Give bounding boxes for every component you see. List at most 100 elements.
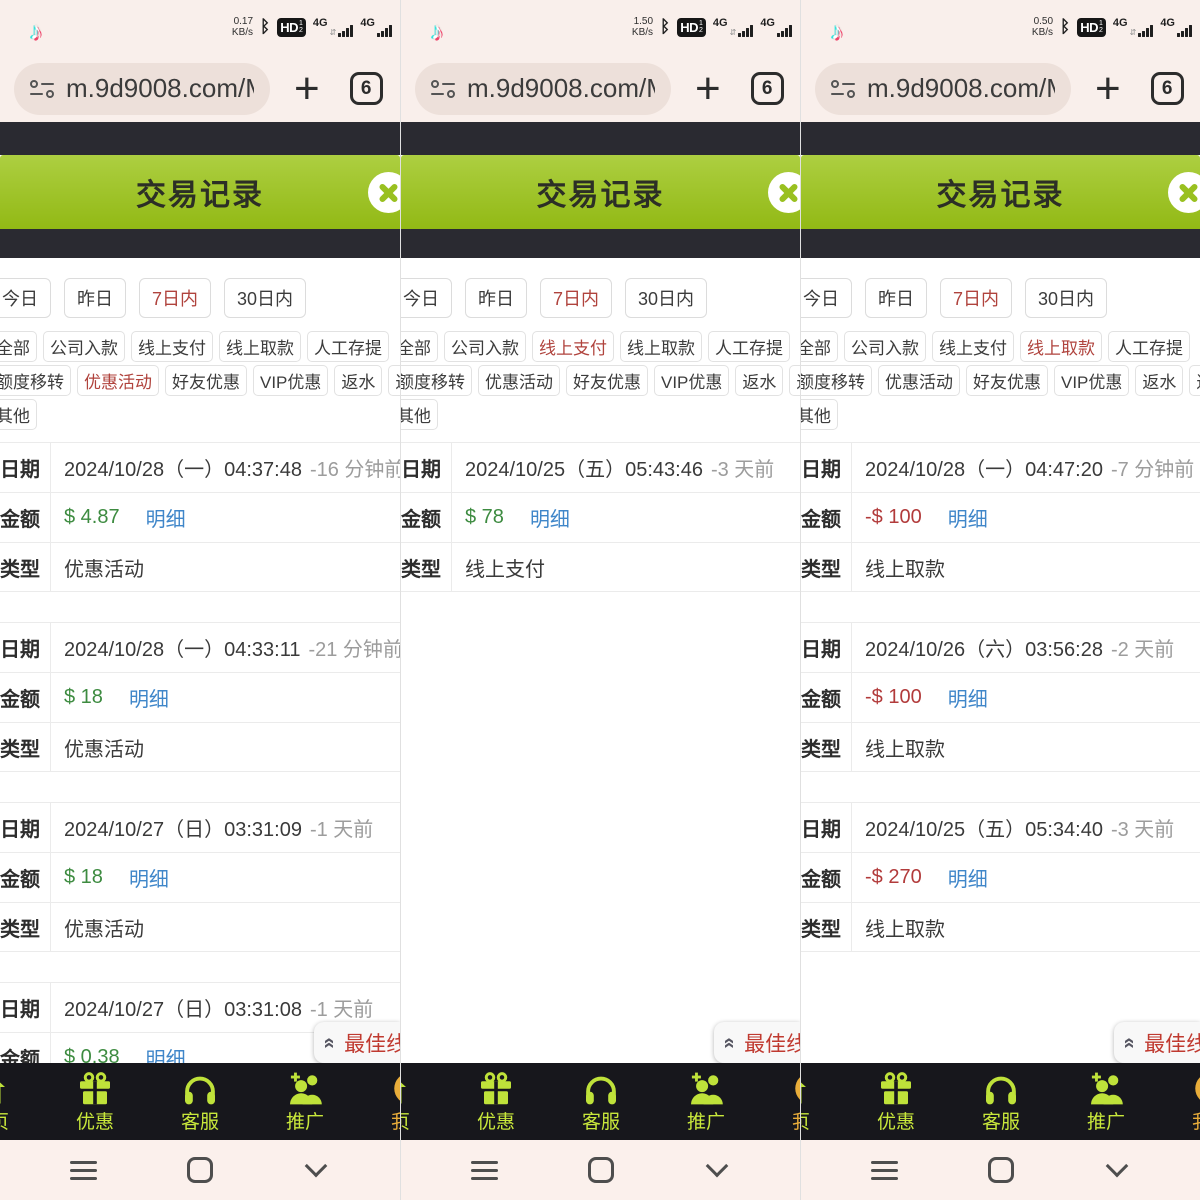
date-filter-today[interactable]: 今日 <box>801 278 852 318</box>
page-header: 交易记录 <box>0 155 400 229</box>
signal-sim2-icon: 4G <box>1160 18 1192 37</box>
category-all[interactable]: 全部 <box>401 331 438 362</box>
category-company-deposit[interactable]: 公司入款 <box>43 331 125 362</box>
nav-home[interactable]: 首页 <box>400 1072 431 1134</box>
url-bar[interactable]: m.9d9008.com/Mem <box>815 63 1071 115</box>
new-tab-button[interactable]: + <box>1095 67 1121 111</box>
category-vip[interactable]: VIP优惠 <box>253 365 328 396</box>
category-manual[interactable]: 人工存提 <box>708 331 790 362</box>
nav-referral[interactable]: 推广 <box>666 1072 746 1134</box>
category-company-deposit[interactable]: 公司入款 <box>444 331 526 362</box>
nav-promos[interactable]: 优惠 <box>456 1072 536 1134</box>
android-back-button[interactable] <box>695 1148 739 1192</box>
detail-link[interactable]: 明细 <box>146 1043 186 1063</box>
headset-icon <box>181 1072 219 1105</box>
best-route-button[interactable]: 最佳线 <box>1114 1022 1200 1063</box>
nav-referral[interactable]: 推广 <box>265 1072 345 1134</box>
category-online-withdraw[interactable]: 线上取款 <box>219 331 301 362</box>
nav-promos[interactable]: 优惠 <box>856 1072 936 1134</box>
nav-home[interactable]: 首页 <box>0 1072 30 1134</box>
category-vip[interactable]: VIP优惠 <box>654 365 729 396</box>
tab-switcher-button[interactable]: 6 <box>1151 72 1184 105</box>
category-commission[interactable]: 返佣 <box>789 365 800 396</box>
category-other[interactable]: 其他 <box>801 399 838 430</box>
close-icon[interactable] <box>1168 172 1200 213</box>
android-back-button[interactable] <box>1095 1148 1139 1192</box>
add-people-icon <box>1087 1072 1125 1105</box>
category-credit-transfer[interactable]: 额度移转 <box>0 365 71 396</box>
network-speed: 0.17KB/s <box>232 16 253 38</box>
date-filter-7days[interactable]: 7日内 <box>139 278 211 318</box>
category-other[interactable]: 其他 <box>401 399 438 430</box>
android-home-button[interactable] <box>979 1148 1023 1192</box>
category-rebate[interactable]: 返水 <box>334 365 382 396</box>
category-online-withdraw[interactable]: 线上取款 <box>620 331 702 362</box>
category-vip[interactable]: VIP优惠 <box>1054 365 1129 396</box>
date-filter-yesterday[interactable]: 昨日 <box>64 278 126 318</box>
android-back-button[interactable] <box>294 1148 338 1192</box>
close-icon[interactable] <box>368 172 400 213</box>
detail-link[interactable]: 明细 <box>146 503 186 532</box>
nav-home[interactable]: 首页 <box>800 1072 831 1134</box>
category-rebate[interactable]: 返水 <box>1135 365 1183 396</box>
nav-profile[interactable]: 我的 <box>771 1072 800 1134</box>
tab-switcher-button[interactable]: 6 <box>751 72 784 105</box>
category-friend[interactable]: 好友优惠 <box>165 365 247 396</box>
date-filter-7days[interactable]: 7日内 <box>540 278 612 318</box>
android-home-button[interactable] <box>579 1148 623 1192</box>
detail-link[interactable]: 明细 <box>530 503 570 532</box>
detail-link[interactable]: 明细 <box>129 863 169 892</box>
date-filter-30days[interactable]: 30日内 <box>224 278 306 318</box>
date-filter-today[interactable]: 今日 <box>401 278 452 318</box>
date-filter-today[interactable]: 今日 <box>0 278 51 318</box>
best-route-button[interactable]: 最佳线 <box>314 1022 400 1063</box>
date-filter-30days[interactable]: 30日内 <box>1025 278 1107 318</box>
nav-profile[interactable]: 我的 <box>1171 1072 1200 1134</box>
category-manual[interactable]: 人工存提 <box>1108 331 1190 362</box>
new-tab-button[interactable]: + <box>294 67 320 111</box>
category-manual[interactable]: 人工存提 <box>307 331 389 362</box>
detail-link[interactable]: 明细 <box>129 683 169 712</box>
category-other[interactable]: 其他 <box>0 399 37 430</box>
category-friend[interactable]: 好友优惠 <box>566 365 648 396</box>
close-icon[interactable] <box>768 172 800 213</box>
tab-switcher-button[interactable]: 6 <box>350 72 383 105</box>
category-commission[interactable]: 返佣 <box>388 365 400 396</box>
nav-referral[interactable]: 推广 <box>1066 1072 1146 1134</box>
new-tab-button[interactable]: + <box>695 67 721 111</box>
date-filter-yesterday[interactable]: 昨日 <box>465 278 527 318</box>
category-promo[interactable]: 优惠活动 <box>478 365 560 396</box>
detail-link[interactable]: 明细 <box>948 683 988 712</box>
nav-support[interactable]: 客服 <box>561 1072 641 1134</box>
url-bar[interactable]: m.9d9008.com/Mem <box>14 63 270 115</box>
android-menu-button[interactable] <box>61 1148 105 1192</box>
category-all[interactable]: 全部 <box>801 331 838 362</box>
date-filter-7days[interactable]: 7日内 <box>940 278 1012 318</box>
android-menu-button[interactable] <box>862 1148 906 1192</box>
nav-support[interactable]: 客服 <box>160 1072 240 1134</box>
category-online-payment[interactable]: 线上支付 <box>532 331 614 362</box>
date-filter-30days[interactable]: 30日内 <box>625 278 707 318</box>
category-rebate[interactable]: 返水 <box>735 365 783 396</box>
category-company-deposit[interactable]: 公司入款 <box>844 331 926 362</box>
detail-link[interactable]: 明细 <box>948 863 988 892</box>
android-menu-button[interactable] <box>462 1148 506 1192</box>
category-promo[interactable]: 优惠活动 <box>878 365 960 396</box>
best-route-button[interactable]: 最佳线 <box>714 1022 800 1063</box>
category-friend[interactable]: 好友优惠 <box>966 365 1048 396</box>
nav-promos[interactable]: 优惠 <box>55 1072 135 1134</box>
android-home-button[interactable] <box>178 1148 222 1192</box>
category-credit-transfer[interactable]: 额度移转 <box>401 365 472 396</box>
category-all[interactable]: 全部 <box>0 331 37 362</box>
category-online-withdraw[interactable]: 线上取款 <box>1020 331 1102 362</box>
category-promo[interactable]: 优惠活动 <box>77 365 159 396</box>
category-commission[interactable]: 返佣 <box>1189 365 1200 396</box>
category-online-payment[interactable]: 线上支付 <box>932 331 1014 362</box>
detail-link[interactable]: 明细 <box>948 503 988 532</box>
date-filter-yesterday[interactable]: 昨日 <box>865 278 927 318</box>
url-bar[interactable]: m.9d9008.com/Mem <box>415 63 671 115</box>
category-online-payment[interactable]: 线上支付 <box>131 331 213 362</box>
nav-support[interactable]: 客服 <box>961 1072 1041 1134</box>
nav-profile[interactable]: 我的 <box>370 1072 400 1134</box>
category-credit-transfer[interactable]: 额度移转 <box>801 365 872 396</box>
